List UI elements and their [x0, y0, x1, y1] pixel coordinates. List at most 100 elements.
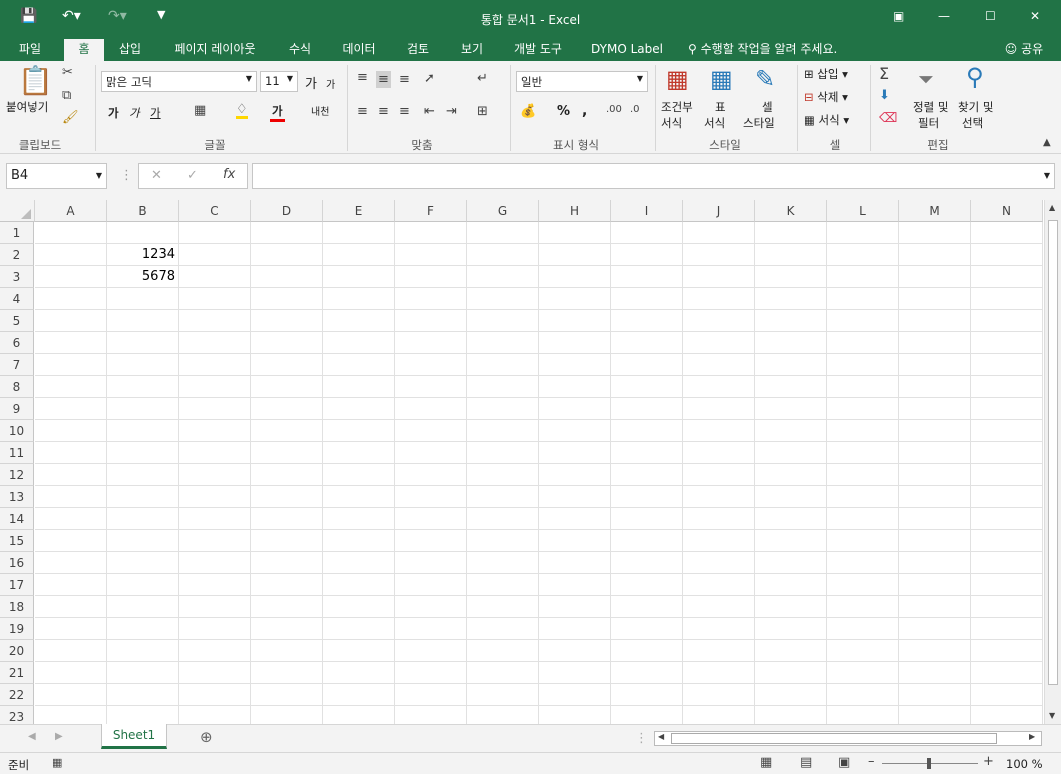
cell-d19[interactable]: [251, 618, 323, 640]
cell-i18[interactable]: [611, 596, 683, 618]
cell-d15[interactable]: [251, 530, 323, 552]
cell-a22[interactable]: [35, 684, 107, 706]
next-sheet-icon[interactable]: ▶: [55, 732, 63, 742]
cell-e23[interactable]: [323, 706, 395, 724]
cell-c4[interactable]: [179, 288, 251, 310]
maximize-icon[interactable]: ☐: [985, 9, 996, 23]
cell-h1[interactable]: [539, 222, 611, 244]
autosum-icon[interactable]: Σ: [879, 66, 889, 82]
format-as-table-label2[interactable]: 서식: [704, 115, 725, 131]
cell-f6[interactable]: [395, 332, 467, 354]
row-header-10[interactable]: 10: [0, 420, 34, 442]
cell-f1[interactable]: [395, 222, 467, 244]
cell-h8[interactable]: [539, 376, 611, 398]
align-bottom-icon[interactable]: ≡: [399, 73, 410, 86]
column-header-f[interactable]: F: [395, 200, 467, 222]
select-all-corner[interactable]: [0, 200, 35, 222]
cell-f21[interactable]: [395, 662, 467, 684]
cell-h11[interactable]: [539, 442, 611, 464]
cell-j4[interactable]: [683, 288, 755, 310]
cell-e20[interactable]: [323, 640, 395, 662]
cell-f12[interactable]: [395, 464, 467, 486]
cell-c13[interactable]: [179, 486, 251, 508]
row-header-7[interactable]: 7: [0, 354, 34, 376]
splitter-icon[interactable]: ⋮: [635, 732, 648, 745]
tab-formulas[interactable]: 수식: [280, 39, 320, 61]
cell-j17[interactable]: [683, 574, 755, 596]
cell-l16[interactable]: [827, 552, 899, 574]
cell-j3[interactable]: [683, 266, 755, 288]
worksheet-grid[interactable]: ABCDEFGHIJKLMN 1 2 3 4 5 6 7 8 9 10 11 12 13 14 15 16 17…: [0, 200, 1044, 724]
tab-data[interactable]: 데이터: [335, 39, 383, 61]
row-header-20[interactable]: 20: [0, 640, 34, 662]
copy-icon[interactable]: ⧉: [62, 89, 71, 102]
cell-n8[interactable]: [971, 376, 1043, 398]
cell-i8[interactable]: [611, 376, 683, 398]
cell-e17[interactable]: [323, 574, 395, 596]
cell-j15[interactable]: [683, 530, 755, 552]
cell-g19[interactable]: [467, 618, 539, 640]
cell-d10[interactable]: [251, 420, 323, 442]
cell-l17[interactable]: [827, 574, 899, 596]
cell-h5[interactable]: [539, 310, 611, 332]
cell-l2[interactable]: [827, 244, 899, 266]
cell-h16[interactable]: [539, 552, 611, 574]
cell-d13[interactable]: [251, 486, 323, 508]
row-header-8[interactable]: 8: [0, 376, 34, 398]
cell-f4[interactable]: [395, 288, 467, 310]
zoom-slider-thumb[interactable]: [927, 758, 931, 769]
column-header-m[interactable]: M: [899, 200, 971, 222]
cell-m22[interactable]: [899, 684, 971, 706]
cell-b19[interactable]: [107, 618, 179, 640]
cell-h13[interactable]: [539, 486, 611, 508]
cell-b8[interactable]: [107, 376, 179, 398]
cell-d11[interactable]: [251, 442, 323, 464]
increase-decimal-icon[interactable]: .00: [606, 105, 622, 115]
cell-e7[interactable]: [323, 354, 395, 376]
cell-h18[interactable]: [539, 596, 611, 618]
cell-l18[interactable]: [827, 596, 899, 618]
cell-a16[interactable]: [35, 552, 107, 574]
cell-i19[interactable]: [611, 618, 683, 640]
cell-f18[interactable]: [395, 596, 467, 618]
cell-k9[interactable]: [755, 398, 827, 420]
cell-a1[interactable]: [35, 222, 107, 244]
cell-c2[interactable]: [179, 244, 251, 266]
cell-g9[interactable]: [467, 398, 539, 420]
cell-n9[interactable]: [971, 398, 1043, 420]
cell-i15[interactable]: [611, 530, 683, 552]
cell-b6[interactable]: [107, 332, 179, 354]
cell-h17[interactable]: [539, 574, 611, 596]
cell-e3[interactable]: [323, 266, 395, 288]
cell-l8[interactable]: [827, 376, 899, 398]
cell-b22[interactable]: [107, 684, 179, 706]
cell-i7[interactable]: [611, 354, 683, 376]
cell-m18[interactable]: [899, 596, 971, 618]
cell-b7[interactable]: [107, 354, 179, 376]
row-header-23[interactable]: 23: [0, 706, 34, 724]
cell-d20[interactable]: [251, 640, 323, 662]
cell-d3[interactable]: [251, 266, 323, 288]
paste-button[interactable]: 붙여넣기: [6, 99, 48, 115]
cell-k15[interactable]: [755, 530, 827, 552]
cell-i4[interactable]: [611, 288, 683, 310]
column-header-g[interactable]: G: [467, 200, 539, 222]
cell-c8[interactable]: [179, 376, 251, 398]
cell-g21[interactable]: [467, 662, 539, 684]
cell-e12[interactable]: [323, 464, 395, 486]
column-header-i[interactable]: I: [611, 200, 683, 222]
horizontal-scrollbar[interactable]: ◀ ▶: [654, 731, 1042, 746]
cell-a20[interactable]: [35, 640, 107, 662]
cell-i17[interactable]: [611, 574, 683, 596]
conditional-formatting-icon[interactable]: ▦: [666, 67, 689, 91]
cell-l12[interactable]: [827, 464, 899, 486]
cancel-icon[interactable]: ✕: [151, 169, 162, 182]
ribbon-display-icon[interactable]: ▣: [893, 9, 904, 23]
cell-k17[interactable]: [755, 574, 827, 596]
expand-formula-icon[interactable]: ▼: [1044, 171, 1050, 180]
row-header-13[interactable]: 13: [0, 486, 34, 508]
format-cells-button[interactable]: ▦ 서식 ▾: [804, 112, 849, 128]
cell-c10[interactable]: [179, 420, 251, 442]
cell-j23[interactable]: [683, 706, 755, 724]
cell-j11[interactable]: [683, 442, 755, 464]
